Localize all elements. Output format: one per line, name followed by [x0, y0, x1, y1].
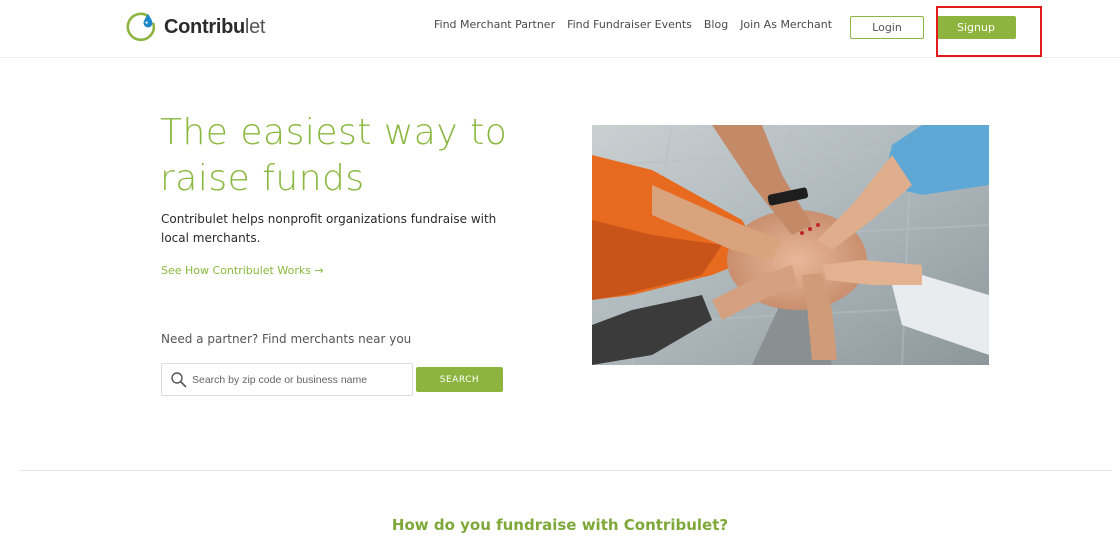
hero-title: The easiest way to raise funds	[160, 112, 508, 199]
water-drop-icon	[124, 10, 158, 44]
login-button[interactable]: Login	[850, 16, 924, 39]
hero-description: Contribulet helps nonprofit organization…	[161, 212, 497, 245]
nav-join-as-merchant[interactable]: Join As Merchant	[740, 18, 832, 31]
section-title: How do you fundraise with Contribulet?	[391, 516, 729, 534]
hero-image	[592, 125, 989, 365]
signup-button[interactable]: Signup	[936, 16, 1016, 39]
merchant-search-input[interactable]	[192, 373, 402, 386]
brand-name: Contribulet	[164, 15, 266, 38]
search-icon	[170, 371, 188, 389]
nav-find-fundraiser-events[interactable]: Find Fundraiser Events	[567, 18, 692, 31]
search-button[interactable]: SEARCH	[416, 367, 503, 392]
merchant-search-box[interactable]	[161, 363, 413, 396]
see-how-it-works-link[interactable]: See How Contribulet Works →	[161, 264, 324, 277]
site-header: Contribulet Find Merchant Partner Find F…	[0, 0, 1120, 58]
nav-blog[interactable]: Blog	[704, 18, 728, 31]
brand-logo[interactable]: Contribulet	[124, 10, 265, 44]
nav-find-merchant-partner[interactable]: Find Merchant Partner	[434, 18, 555, 31]
section-divider	[20, 470, 1112, 471]
partner-search-label: Need a partner? Find merchants near you	[161, 332, 412, 346]
main-nav: Find Merchant Partner Find Fundraiser Ev…	[434, 18, 844, 31]
